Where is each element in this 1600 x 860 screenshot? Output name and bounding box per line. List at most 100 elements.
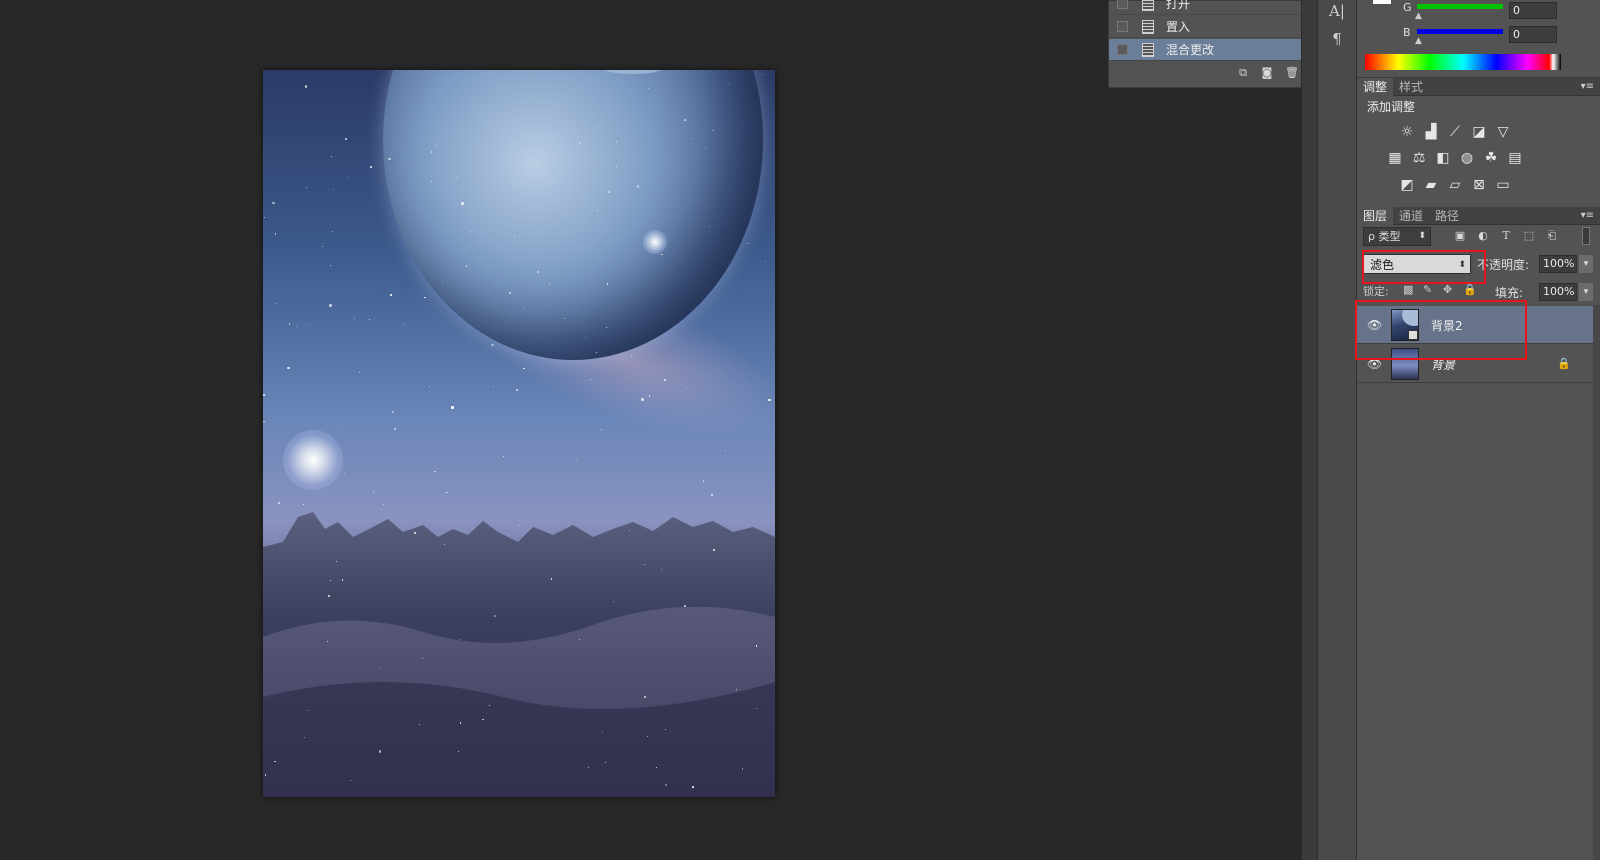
star	[755, 645, 758, 647]
lock-label: 锁定:	[1363, 285, 1389, 298]
character-icon[interactable]: A|	[1327, 2, 1347, 22]
star	[712, 129, 714, 132]
star	[295, 326, 297, 328]
tab-adjustments[interactable]: 调整	[1357, 77, 1394, 96]
tab-layers[interactable]: 图层	[1357, 206, 1394, 225]
add-adjustment-title: 添加调整	[1367, 100, 1416, 114]
curves-icon[interactable]: ⟋	[1447, 124, 1463, 140]
history-item-blend-change[interactable]: 混合更改	[1109, 39, 1305, 61]
color-balance-icon[interactable]: ⚖	[1411, 150, 1427, 166]
star	[274, 233, 277, 235]
star	[587, 766, 589, 768]
star	[336, 560, 338, 562]
star	[491, 343, 494, 347]
star	[372, 492, 374, 494]
star	[288, 323, 291, 325]
lock-image-icon[interactable]: ✎	[1423, 283, 1432, 296]
star	[768, 398, 771, 401]
star	[304, 85, 308, 88]
star	[263, 420, 265, 423]
star	[664, 728, 666, 730]
star	[494, 615, 496, 617]
color-lookup-icon[interactable]: ▤	[1507, 150, 1523, 166]
document-artwork[interactable]	[263, 70, 775, 797]
brightness-contrast-icon[interactable]: ☼	[1399, 124, 1415, 140]
slider-thumb-icon[interactable]: ▲	[1415, 11, 1422, 21]
star	[353, 317, 355, 319]
star	[492, 386, 494, 388]
smart-object-filter-icon[interactable]: ⎗	[1545, 229, 1559, 243]
channel-mixer-icon[interactable]: ☘	[1483, 150, 1499, 166]
star	[550, 578, 552, 580]
star	[329, 304, 332, 307]
vibrance-icon[interactable]: ▽	[1495, 124, 1511, 140]
invert-icon[interactable]: ◩	[1399, 177, 1415, 193]
document-icon	[1142, 19, 1154, 34]
selective-color-icon[interactable]: ⊠	[1471, 177, 1487, 193]
opacity-dropdown[interactable]: ▾	[1579, 255, 1593, 273]
fill-dropdown[interactable]: ▾	[1579, 283, 1593, 301]
paragraph-icon[interactable]: ¶	[1327, 30, 1347, 50]
lock-position-icon[interactable]: ✥	[1443, 283, 1452, 296]
lock-icon: 🔒	[1557, 357, 1571, 370]
history-panel: 打开 置入 混合更改 ⧉ ◙ 🗑	[1108, 0, 1318, 88]
tab-styles[interactable]: 样式	[1393, 78, 1429, 96]
history-item-label: 置入	[1166, 20, 1191, 34]
star	[704, 147, 706, 149]
trash-icon[interactable]: 🗑	[1285, 67, 1299, 78]
b-value-input[interactable]: 0	[1509, 26, 1557, 43]
star	[455, 177, 457, 179]
star	[708, 226, 710, 228]
g-value-input[interactable]: 0	[1509, 2, 1557, 19]
b-channel-slider[interactable]	[1417, 29, 1503, 34]
threshold-icon[interactable]: ▱	[1447, 177, 1463, 193]
shape-layer-filter-icon[interactable]: ⬚	[1522, 229, 1536, 243]
camera-icon[interactable]: ◙	[1261, 67, 1273, 78]
tab-channels[interactable]: 通道	[1393, 207, 1429, 225]
posterize-icon[interactable]: ▰	[1423, 177, 1439, 193]
layers-tabs: 图层 通道 路径 ▾≡	[1357, 206, 1600, 225]
gradient-map-icon[interactable]: ▭	[1495, 177, 1511, 193]
layers-scrollbar[interactable]	[1593, 305, 1600, 860]
history-footer: ⧉ ◙ 🗑	[1109, 63, 1317, 83]
panel-menu-icon[interactable]: ▾≡	[1581, 210, 1594, 221]
slider-thumb-icon[interactable]: ▲	[1415, 36, 1422, 46]
exposure-icon[interactable]: ◪	[1471, 124, 1487, 140]
black-white-icon[interactable]: ◧	[1435, 150, 1451, 166]
history-item-place[interactable]: 置入	[1109, 16, 1305, 38]
filter-toggle-switch[interactable]	[1582, 227, 1590, 245]
hue-saturation-icon[interactable]: ▦	[1387, 150, 1403, 166]
star	[692, 786, 694, 788]
pixel-layer-filter-icon[interactable]: ▣	[1453, 229, 1467, 243]
document-icon	[1142, 42, 1154, 57]
history-item-open[interactable]: 打开	[1109, 0, 1305, 15]
star	[595, 351, 597, 353]
star	[287, 366, 290, 370]
star	[383, 504, 385, 506]
document-canvas-area[interactable]	[0, 0, 1085, 860]
tab-paths[interactable]: 路径	[1429, 207, 1465, 225]
photo-filter-icon[interactable]: ◍	[1459, 150, 1475, 166]
b-channel-label: B	[1403, 26, 1411, 39]
layer-filter-select[interactable]: ρ 类型 ⬍	[1363, 227, 1431, 246]
adjustment-layer-filter-icon[interactable]: ◐	[1476, 229, 1490, 243]
history-checkbox[interactable]	[1117, 21, 1128, 32]
g-channel-slider[interactable]	[1417, 4, 1503, 9]
lock-all-icon[interactable]: 🔒	[1463, 283, 1477, 296]
fill-input[interactable]: 100%	[1539, 283, 1577, 301]
history-item-label: 打开	[1166, 0, 1191, 11]
foreground-swatch[interactable]	[1373, 0, 1391, 4]
history-item-label: 混合更改	[1166, 43, 1215, 57]
opacity-input[interactable]: 100%	[1539, 255, 1577, 273]
star	[278, 502, 280, 504]
star	[369, 318, 371, 320]
lock-transparent-icon[interactable]: ▩	[1403, 283, 1413, 296]
levels-icon[interactable]: ▟	[1423, 124, 1439, 140]
panel-menu-icon[interactable]: ▾≡	[1581, 81, 1594, 92]
type-layer-filter-icon[interactable]: T	[1499, 229, 1513, 243]
history-checkbox[interactable]	[1117, 44, 1128, 55]
star	[393, 427, 397, 431]
color-spectrum-ramp[interactable]	[1365, 54, 1561, 70]
history-checkbox[interactable]	[1117, 0, 1128, 9]
new-document-from-state-icon[interactable]: ⧉	[1237, 67, 1249, 78]
